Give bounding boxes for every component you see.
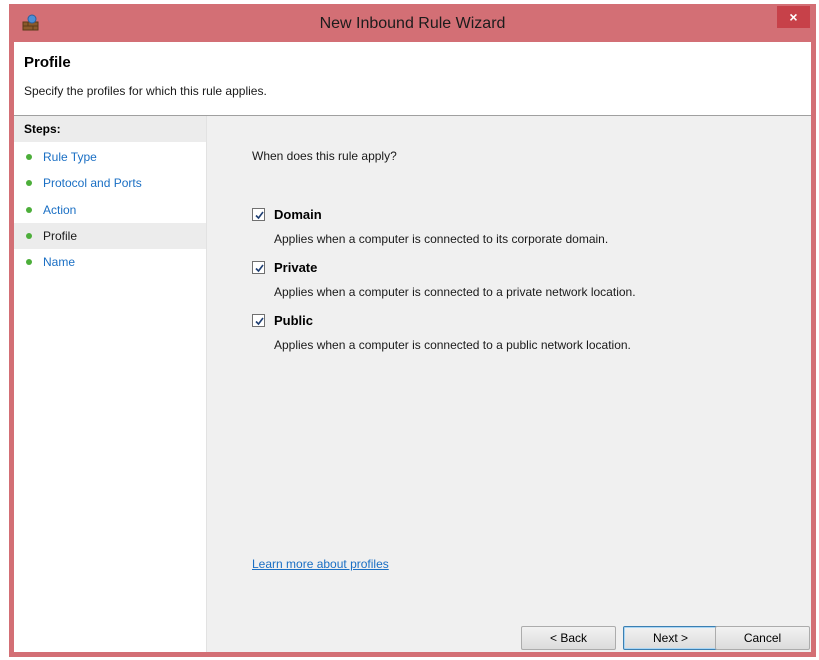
page-subtitle: Specify the profiles for which this rule…	[24, 84, 267, 98]
step-name[interactable]: Name	[14, 249, 206, 275]
title-bar[interactable]: New Inbound Rule Wizard ×	[9, 4, 816, 42]
public-label[interactable]: Public	[274, 313, 313, 328]
private-label[interactable]: Private	[274, 260, 317, 275]
question-text: When does this rule apply?	[252, 149, 397, 163]
checkmark-icon	[255, 317, 264, 326]
back-button[interactable]: < Back	[521, 626, 616, 650]
main-content: When does this rule apply? Domain Applie…	[206, 116, 811, 652]
close-button[interactable]: ×	[777, 6, 810, 28]
client-area: Profile Specify the profiles for which t…	[14, 42, 811, 652]
private-description: Applies when a computer is connected to …	[274, 285, 636, 299]
domain-description: Applies when a computer is connected to …	[274, 232, 609, 246]
next-button[interactable]: Next >	[623, 626, 718, 650]
step-bullet-icon	[26, 154, 32, 160]
steps-heading: Steps:	[14, 116, 206, 142]
page-title: Profile	[24, 54, 71, 71]
close-icon: ×	[789, 9, 798, 25]
step-label: Profile	[43, 229, 78, 243]
cancel-button[interactable]: Cancel	[715, 626, 810, 650]
step-label: Rule Type	[43, 150, 97, 164]
step-bullet-icon	[26, 233, 32, 239]
domain-checkbox[interactable]	[252, 208, 265, 221]
step-label: Protocol and Ports	[43, 176, 142, 190]
domain-label[interactable]: Domain	[274, 207, 322, 222]
step-protocol-and-ports[interactable]: Protocol and Ports	[14, 170, 206, 196]
public-checkbox[interactable]	[252, 314, 265, 327]
private-checkbox[interactable]	[252, 261, 265, 274]
step-bullet-icon	[26, 259, 32, 265]
checkmark-icon	[255, 211, 264, 220]
wizard-header: Profile Specify the profiles for which t…	[14, 42, 811, 116]
steps-panel: Steps: Rule Type Protocol and Ports Acti…	[14, 116, 206, 652]
checkmark-icon	[255, 264, 264, 273]
step-rule-type[interactable]: Rule Type	[14, 144, 206, 170]
step-bullet-icon	[26, 180, 32, 186]
step-bullet-icon	[26, 207, 32, 213]
step-action[interactable]: Action	[14, 197, 206, 223]
learn-more-link[interactable]: Learn more about profiles	[252, 557, 389, 571]
wizard-window: New Inbound Rule Wizard × Profile Specif…	[9, 4, 816, 657]
step-label: Name	[43, 255, 76, 269]
step-label: Action	[43, 203, 77, 217]
step-profile[interactable]: Profile	[14, 223, 206, 249]
window-title: New Inbound Rule Wizard	[319, 15, 506, 32]
public-description: Applies when a computer is connected to …	[274, 338, 631, 352]
